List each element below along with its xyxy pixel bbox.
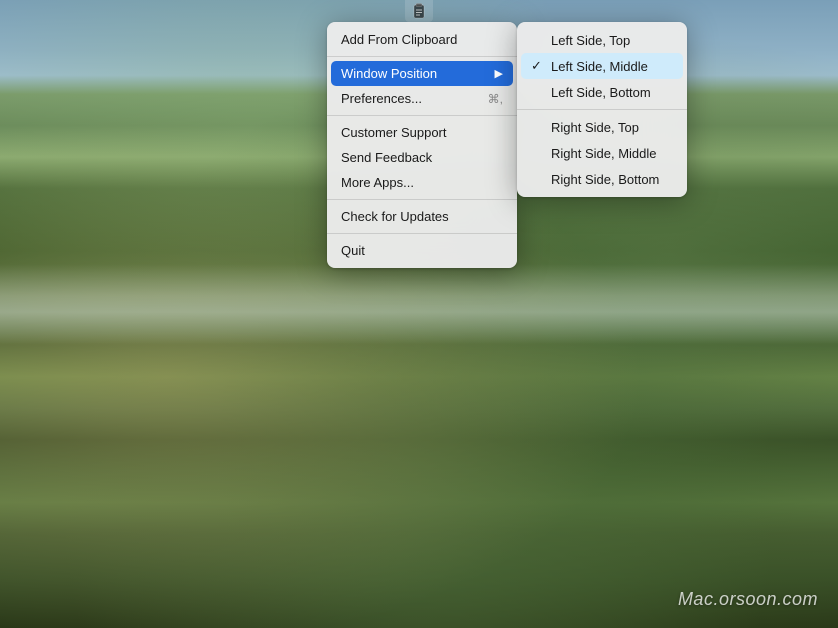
menu-divider-2	[327, 115, 517, 116]
submenu-item-right-side-middle[interactable]: ✓ Right Side, Middle	[517, 140, 687, 166]
submenu-item-right-side-top[interactable]: ✓ Right Side, Top	[517, 114, 687, 140]
menu-divider-1	[327, 56, 517, 57]
watermark: Mac.orsoon.com	[678, 589, 818, 610]
menu-item-add-from-clipboard[interactable]: Add From Clipboard	[327, 27, 517, 52]
main-context-menu: Add From Clipboard Window Position ▶ Pre…	[327, 22, 517, 268]
window-position-submenu: ✓ Left Side, Top ✓ Left Side, Middle ✓ L…	[517, 22, 687, 197]
submenu-item-left-side-top[interactable]: ✓ Left Side, Top	[517, 27, 687, 53]
chevron-right-icon: ▶	[495, 67, 503, 80]
menu-item-check-for-updates[interactable]: Check for Updates	[327, 204, 517, 229]
submenu-divider-1	[517, 109, 687, 110]
submenu-item-left-side-middle[interactable]: ✓ Left Side, Middle	[521, 53, 683, 79]
menu-divider-3	[327, 199, 517, 200]
submenu-item-right-side-bottom[interactable]: ✓ Right Side, Bottom	[517, 166, 687, 192]
menu-divider-4	[327, 233, 517, 234]
menu-item-customer-support[interactable]: Customer Support	[327, 120, 517, 145]
fog-layer	[0, 264, 838, 344]
menu-item-window-position[interactable]: Window Position ▶	[331, 61, 513, 86]
app-menubar-icon[interactable]	[405, 0, 433, 22]
menu-item-preferences[interactable]: Preferences... ⌘,	[327, 86, 517, 111]
menu-item-send-feedback[interactable]: Send Feedback	[327, 145, 517, 170]
menu-item-quit[interactable]: Quit	[327, 238, 517, 263]
clipboard-icon	[410, 3, 428, 19]
menu-item-more-apps[interactable]: More Apps...	[327, 170, 517, 195]
submenu-item-left-side-bottom[interactable]: ✓ Left Side, Bottom	[517, 79, 687, 105]
